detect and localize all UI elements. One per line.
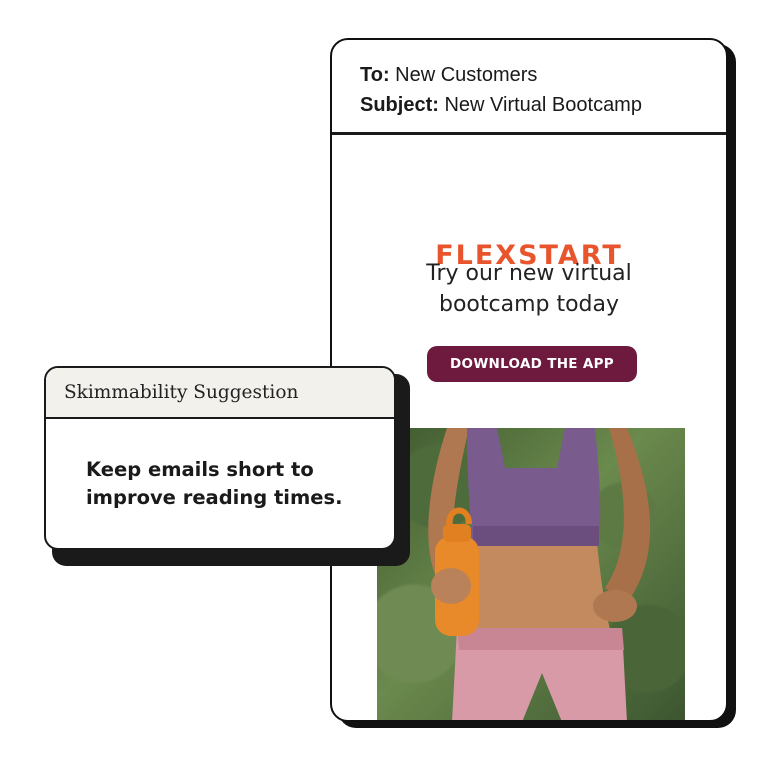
suggestion-line-1: Keep emails short to	[86, 458, 314, 481]
header-divider	[332, 132, 726, 135]
subject-label: Subject:	[360, 94, 439, 116]
subject-line: Subject: New Virtual Bootcamp	[360, 90, 726, 120]
to-line: To: New Customers	[360, 60, 726, 90]
fitness-photo-illustration	[428, 428, 651, 720]
headline-line-2: bootcamp today	[438, 292, 620, 317]
to-value: New Customers	[395, 64, 538, 86]
headline-line-1: Try our new virtual	[426, 261, 632, 286]
suggestion-line-2: improve reading times.	[86, 486, 343, 509]
to-label: To:	[360, 64, 390, 86]
email-header: To: New Customers Subject: New Virtual B…	[332, 40, 726, 132]
email-headline: Try our new virtual bootcamp today	[332, 258, 726, 320]
download-app-button[interactable]: DOWNLOAD THE APP	[427, 346, 637, 382]
suggestion-title: Skimmability Suggestion	[46, 368, 394, 419]
suggestion-card: Skimmability Suggestion Keep emails shor…	[44, 366, 396, 550]
fitness-photo	[377, 428, 685, 720]
suggestion-body: Keep emails short to improve reading tim…	[46, 419, 394, 512]
subject-value: New Virtual Bootcamp	[444, 94, 642, 116]
